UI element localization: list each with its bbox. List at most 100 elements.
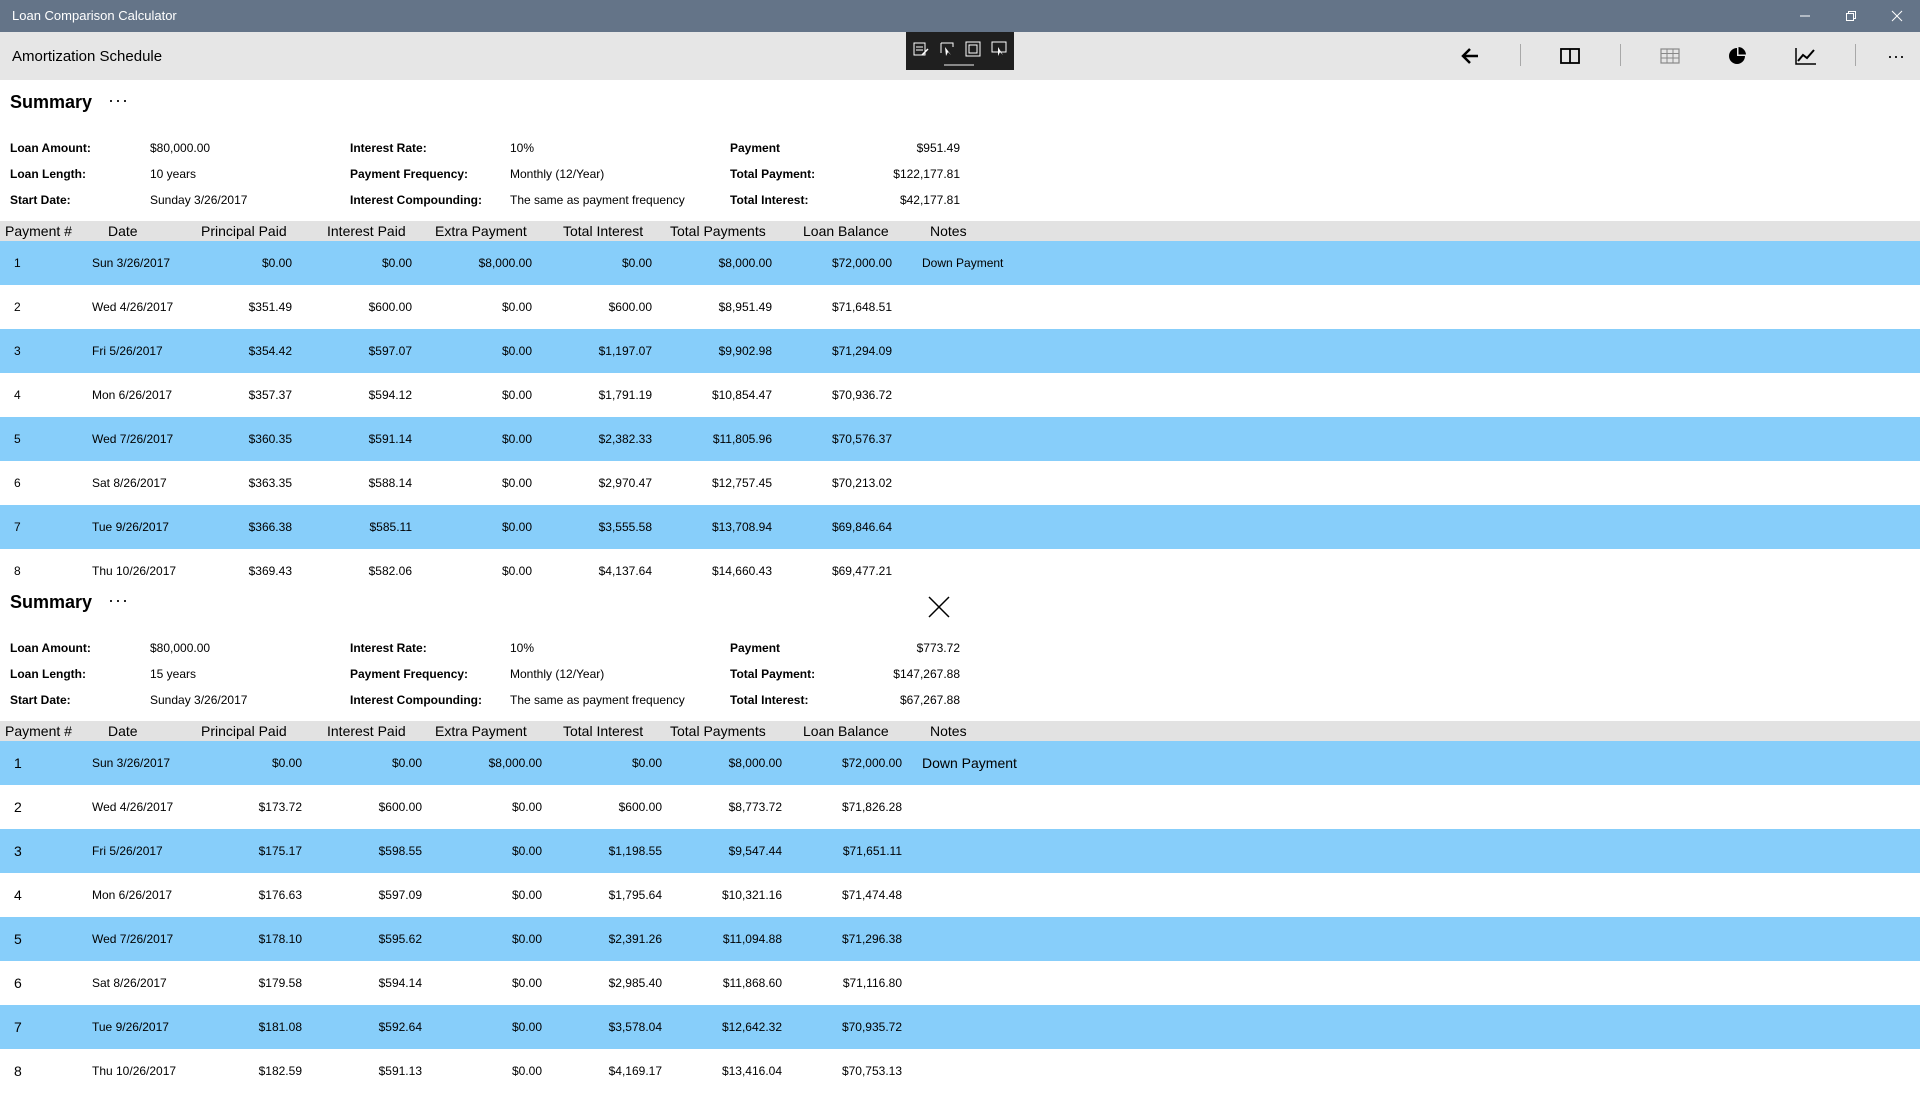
table-icon (1660, 48, 1680, 64)
cell-payment-date: Thu 10/26/2017 (92, 564, 177, 578)
summary-more-button[interactable]: ··· (108, 590, 129, 611)
cell-extra-payment: $0.00 (511, 888, 542, 902)
cell-payment-date: Wed 7/26/2017 (92, 432, 174, 446)
edit-capture-button[interactable] (910, 38, 932, 60)
cell-payment-number: 2 (14, 799, 22, 815)
table-row[interactable]: 8 Thu 10/26/2017 $182.59 $591.13 $0.00 $4,169… (0, 1049, 1920, 1093)
column-header[interactable]: Payment # (5, 723, 72, 739)
cell-payment-number: 3 (14, 843, 22, 859)
table-row[interactable]: 1 Sun 3/26/2017 $0.00 $0.00 $8,000.00 $0.00 $8… (0, 241, 1920, 285)
pie-chart-icon (1729, 47, 1746, 64)
cell-total-payments: $14,660.43 (711, 564, 772, 578)
table-row[interactable]: 3 Fri 5/26/2017 $354.42 $597.07 $0.00 $1,197.… (0, 329, 1920, 373)
column-header[interactable]: Date (108, 723, 138, 739)
total-payment-value: $147,267.88 (893, 667, 960, 681)
column-header[interactable]: Extra Payment (435, 723, 527, 739)
table-row[interactable]: 5 Wed 7/26/2017 $360.35 $591.14 $0.00 $2,382.… (0, 417, 1920, 461)
cell-total-payments: $11,094.88 (722, 932, 782, 946)
cell-loan-balance: $71,826.28 (841, 800, 902, 814)
cell-loan-balance: $71,116.80 (842, 976, 902, 990)
window-capture-icon (965, 41, 981, 57)
table-row[interactable]: 6 Sat 8/26/2017 $363.35 $588.14 $0.00 $2,970.… (0, 461, 1920, 505)
cell-principal-paid: $351.49 (248, 300, 292, 314)
column-header[interactable]: Notes (930, 723, 967, 739)
interest-compounding-label: Interest Compounding: (350, 693, 482, 707)
interest-rate-label: Interest Rate: (350, 141, 427, 155)
summary-title: Summary (10, 92, 93, 112)
table-row[interactable]: 5 Wed 7/26/2017 $178.10 $595.62 $0.00 $2,391.… (0, 917, 1920, 961)
interest-compounding-value: The same as payment frequency (510, 693, 685, 707)
table-header: Payment # Date Principal Paid Interest P… (0, 721, 1920, 741)
table-row[interactable]: 8 Thu 10/26/2017 $369.43 $582.06 $0.00 $4,137… (0, 549, 1920, 593)
table-row[interactable]: 1 Sun 3/26/2017 $0.00 $0.00 $8,000.00 $0.00 $8… (0, 741, 1920, 785)
screen-capture-button[interactable] (988, 38, 1010, 60)
total-interest-label: Total Interest: (730, 693, 809, 707)
column-header[interactable]: Loan Balance (803, 223, 889, 239)
page-title: Amortization Schedule (12, 48, 163, 65)
cell-payment-number: 1 (14, 755, 22, 771)
cell-total-payments: $9,547.44 (728, 844, 782, 858)
interest-rate-value: 10% (510, 641, 535, 655)
table-row[interactable]: 7 Tue 9/26/2017 $366.38 $585.11 $0.00 $3,555.… (0, 505, 1920, 549)
cell-interest-paid: $594.12 (368, 388, 412, 402)
summary-more-button[interactable]: ··· (108, 90, 129, 111)
table-row[interactable]: 3 Fri 5/26/2017 $175.17 $598.55 $0.00 $1,198.… (0, 829, 1920, 873)
line-chart-button[interactable] (1786, 40, 1826, 72)
cell-total-payments: $13,708.94 (711, 520, 772, 534)
column-header[interactable]: Total Interest (563, 723, 643, 739)
cell-total-payments: $8,773.72 (728, 800, 782, 814)
start-date-label: Start Date: (10, 693, 71, 707)
column-header[interactable]: Interest Paid (327, 723, 406, 739)
edit-capture-icon (913, 42, 929, 56)
toolbar-grip[interactable] (944, 64, 974, 66)
cell-payment-number: 6 (14, 476, 21, 490)
cell-loan-balance: $71,651.11 (842, 844, 902, 858)
column-header[interactable]: Total Interest (563, 223, 643, 239)
minimize-button[interactable] (1782, 0, 1828, 32)
table-row[interactable]: 4 Mon 6/26/2017 $176.63 $597.09 $0.00 $1,795.… (0, 873, 1920, 917)
column-header[interactable]: Principal Paid (201, 223, 287, 239)
back-button[interactable] (1450, 40, 1490, 72)
minimize-icon (1800, 15, 1810, 17)
table-row[interactable]: 7 Tue 9/26/2017 $181.08 $592.64 $0.00 $3,578.… (0, 1005, 1920, 1049)
column-header[interactable]: Date (108, 223, 138, 239)
table-row[interactable]: 2 Wed 4/26/2017 $351.49 $600.00 $0.00 $600.00… (0, 285, 1920, 329)
cell-principal-paid: $0.00 (261, 256, 292, 270)
cell-extra-payment: $0.00 (501, 344, 532, 358)
cell-extra-payment: $0.00 (501, 432, 532, 446)
column-header[interactable]: Payment # (5, 223, 72, 239)
cell-payment-number: 6 (14, 975, 22, 991)
window-capture-button[interactable] (962, 38, 984, 60)
freeform-select-button[interactable] (936, 38, 958, 60)
cell-total-interest: $600.00 (608, 300, 652, 314)
cell-total-interest: $2,970.47 (598, 476, 652, 490)
cell-notes: Down Payment (922, 755, 1017, 771)
table-row[interactable]: 2 Wed 4/26/2017 $173.72 $600.00 $0.00 $600.00… (0, 785, 1920, 829)
column-header[interactable]: Total Payments (670, 223, 766, 239)
column-header[interactable]: Interest Paid (327, 223, 406, 239)
column-header[interactable]: Total Payments (670, 723, 766, 739)
column-header[interactable]: Notes (930, 223, 967, 239)
cell-interest-paid: $591.14 (368, 432, 412, 446)
column-header[interactable]: Extra Payment (435, 223, 527, 239)
restore-icon (1846, 11, 1856, 21)
split-view-button[interactable] (1550, 40, 1590, 72)
table-row[interactable]: 4 Mon 6/26/2017 $357.37 $594.12 $0.00 $1,791.… (0, 373, 1920, 417)
table-row[interactable]: 6 Sat 8/26/2017 $179.58 $594.14 $0.00 $2,985.… (0, 961, 1920, 1005)
cell-loan-balance: $70,213.02 (831, 476, 892, 490)
cell-total-interest: $3,578.04 (608, 1020, 662, 1034)
column-header[interactable]: Loan Balance (803, 723, 889, 739)
cell-payment-number: 8 (14, 1063, 22, 1079)
cell-total-payments: $12,757.45 (711, 476, 772, 490)
cell-interest-paid: $600.00 (368, 300, 412, 314)
separator (1520, 44, 1521, 66)
restore-button[interactable] (1828, 0, 1874, 32)
close-icon[interactable] (925, 593, 953, 621)
close-button[interactable] (1874, 0, 1920, 32)
pie-chart-button[interactable] (1717, 40, 1757, 72)
column-header[interactable]: Principal Paid (201, 723, 287, 739)
title-bar: Loan Comparison Calculator (0, 0, 1920, 32)
table-view-button[interactable] (1650, 40, 1690, 72)
cell-loan-balance: $70,935.72 (841, 1020, 902, 1034)
more-button[interactable]: ··· (1876, 40, 1916, 72)
